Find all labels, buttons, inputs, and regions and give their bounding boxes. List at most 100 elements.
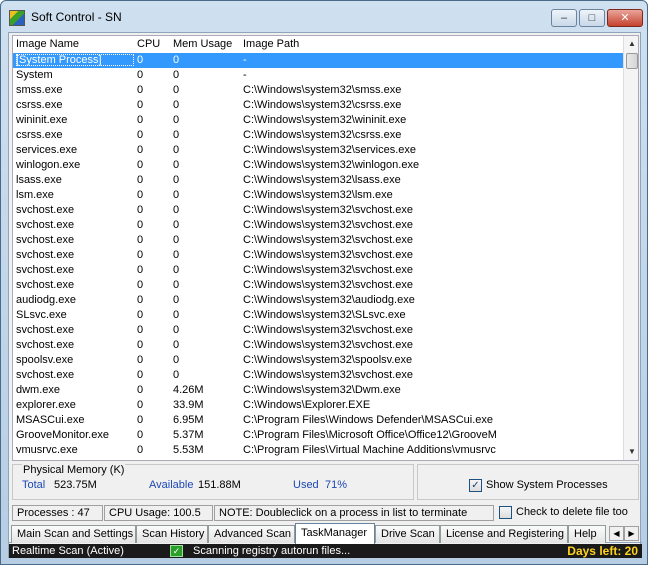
process-cpu: 0 bbox=[137, 294, 144, 306]
process-name: services.exe bbox=[16, 144, 78, 156]
shield-check-icon: ✓ bbox=[170, 545, 183, 557]
process-count: Processes : 47 bbox=[12, 505, 103, 521]
tab-scan-history[interactable]: Scan History bbox=[136, 525, 208, 543]
memory-used-label: Used bbox=[293, 479, 319, 491]
process-path: C:\Windows\system32\svchost.exe bbox=[243, 204, 413, 216]
table-row[interactable]: GrooveMonitor.exe 0 5.37M C:\Program Files\… bbox=[13, 428, 623, 443]
delete-file-label[interactable]: Check to delete file too bbox=[516, 506, 628, 518]
maximize-button[interactable]: □ bbox=[579, 9, 605, 27]
tab-license[interactable]: License and Registering bbox=[440, 525, 568, 543]
column-header-name[interactable]: Image Name bbox=[16, 38, 79, 50]
physical-memory-title: Physical Memory (K) bbox=[22, 464, 126, 476]
table-row[interactable]: svchost.exe 0 0 C:\Windows\system32\svchost… bbox=[13, 323, 623, 338]
tab-drive-scan[interactable]: Drive Scan bbox=[375, 525, 440, 543]
vertical-scrollbar[interactable]: ▲ ▼ bbox=[623, 36, 638, 460]
process-name: wininit.exe bbox=[16, 114, 68, 126]
table-row[interactable]: winlogon.exe 0 0 C:\Windows\system32\winlog… bbox=[13, 158, 623, 173]
process-name: lsass.exe bbox=[16, 174, 62, 186]
table-row[interactable]: smss.exe 0 0 C:\Windows\system32\smss.exe bbox=[13, 83, 623, 98]
table-row[interactable]: vmusrvc.exe 0 5.53M C:\Program Files\Virtua… bbox=[13, 443, 623, 458]
close-button[interactable]: ✕ bbox=[607, 9, 643, 27]
process-mem: 0 bbox=[173, 369, 180, 381]
table-row[interactable]: svchost.exe 0 0 C:\Windows\system32\svchost… bbox=[13, 248, 623, 263]
process-path: - bbox=[243, 54, 247, 66]
system-processes-panel: ✓ Show System Processes bbox=[417, 464, 639, 500]
process-cpu: 0 bbox=[137, 249, 144, 261]
tab-main-scan[interactable]: Main Scan and Settings bbox=[11, 525, 136, 543]
delete-file-checkbox[interactable] bbox=[499, 506, 512, 519]
terminate-note: NOTE: Doubleclick on a process in list t… bbox=[214, 505, 494, 521]
process-path: - bbox=[243, 69, 247, 81]
table-row[interactable]: [System Process] 0 0- bbox=[13, 53, 623, 68]
tab-scroll-right-icon[interactable]: ▶ bbox=[624, 526, 639, 541]
process-cpu: 0 bbox=[137, 399, 144, 411]
table-row[interactable]: svchost.exe 0 0 C:\Windows\system32\svchost… bbox=[13, 203, 623, 218]
table-row[interactable]: explorer.exe 0 33.9M C:\Windows\Explorer.EX… bbox=[13, 398, 623, 413]
column-header-path[interactable]: Image Path bbox=[243, 38, 299, 50]
show-system-processes-label[interactable]: Show System Processes bbox=[486, 479, 608, 491]
process-name: svchost.exe bbox=[16, 249, 75, 261]
table-row[interactable]: svchost.exe 0 0 C:\Windows\system32\svchost… bbox=[13, 368, 623, 383]
process-list[interactable]: Image Name CPU Mem Usage Image Path [Sys… bbox=[12, 35, 639, 461]
tab-taskmanager[interactable]: TaskManager bbox=[295, 523, 375, 544]
tab-scroll-left-icon[interactable]: ◀ bbox=[609, 526, 624, 541]
process-cpu: 0 bbox=[137, 219, 144, 231]
table-row[interactable]: spoolsv.exe 0 0 C:\Windows\system32\spoolsv… bbox=[13, 353, 623, 368]
table-row[interactable]: SLsvc.exe 0 0 C:\Windows\system32\SLsvc.exe bbox=[13, 308, 623, 323]
table-row[interactable]: lsm.exe 0 0 C:\Windows\system32\lsm.exe bbox=[13, 188, 623, 203]
title-bar[interactable]: Soft Control - SN – □ ✕ bbox=[1, 1, 647, 33]
table-row[interactable]: lsass.exe 0 0 C:\Windows\system32\lsass.exe bbox=[13, 173, 623, 188]
process-name: svchost.exe bbox=[16, 234, 75, 246]
column-header-mem[interactable]: Mem Usage bbox=[173, 38, 232, 50]
table-row[interactable]: dwm.exe 0 4.26M C:\Windows\system32\Dwm.exe bbox=[13, 383, 623, 398]
process-path: C:\Program Files\Windows Defender\MSASCu… bbox=[243, 414, 494, 426]
table-row[interactable]: csrss.exe 0 0 C:\Windows\system32\csrss.exe bbox=[13, 128, 623, 143]
scroll-thumb[interactable] bbox=[626, 53, 638, 69]
table-row[interactable]: csrss.exe 0 0 C:\Windows\system32\csrss.exe bbox=[13, 98, 623, 113]
process-name: svchost.exe bbox=[16, 324, 75, 336]
table-row[interactable]: svchost.exe 0 0 C:\Windows\system32\svchost… bbox=[13, 233, 623, 248]
process-path: C:\Windows\system32\svchost.exe bbox=[243, 324, 413, 336]
table-row[interactable]: svchost.exe 0 0 C:\Windows\system32\svchost… bbox=[13, 218, 623, 233]
process-name: svchost.exe bbox=[16, 264, 75, 276]
table-row[interactable]: services.exe 0 0 C:\Windows\system32\servic… bbox=[13, 143, 623, 158]
process-path: C:\Windows\system32\svchost.exe bbox=[243, 369, 413, 381]
minimize-button[interactable]: – bbox=[551, 9, 577, 27]
table-row[interactable]: svchost.exe 0 0 C:\Windows\system32\svchost… bbox=[13, 263, 623, 278]
process-mem: 0 bbox=[173, 189, 180, 201]
process-path: C:\Windows\system32\services.exe bbox=[243, 144, 416, 156]
process-name: svchost.exe bbox=[16, 339, 75, 351]
table-row[interactable]: svchost.exe 0 0 C:\Windows\system32\svchost… bbox=[13, 338, 623, 353]
process-mem: 0 bbox=[173, 174, 180, 186]
column-header-cpu[interactable]: CPU bbox=[137, 38, 160, 50]
process-mem: 0 bbox=[173, 159, 180, 171]
process-name: System bbox=[16, 69, 53, 81]
table-row[interactable]: C:\Windows\system32\vmusrvc.exe bbox=[13, 458, 623, 460]
process-path: C:\Windows\system32\svchost.exe bbox=[243, 339, 413, 351]
process-mem: 0 bbox=[173, 99, 180, 111]
table-row[interactable]: MSASCui.exe 0 6.95M C:\Program Files\Window… bbox=[13, 413, 623, 428]
process-mem: 6.95M bbox=[173, 414, 204, 426]
memory-used-value: 71% bbox=[325, 479, 348, 491]
tab-advanced-scan[interactable]: Advanced Scan bbox=[208, 525, 295, 543]
process-path: C:\Windows\system32\SLsvc.exe bbox=[243, 309, 406, 321]
table-row[interactable]: wininit.exe 0 0 C:\Windows\system32\wininit… bbox=[13, 113, 623, 128]
process-name: svchost.exe bbox=[16, 279, 75, 291]
show-system-processes-checkbox[interactable]: ✓ bbox=[469, 479, 482, 492]
process-cpu: 0 bbox=[137, 189, 144, 201]
process-name: winlogon.exe bbox=[16, 159, 81, 171]
process-mem: 0 bbox=[173, 204, 180, 216]
process-cpu: 0 bbox=[137, 84, 144, 96]
process-cpu: 0 bbox=[137, 174, 144, 186]
process-cpu: 0 bbox=[137, 114, 144, 126]
process-mem: 0 bbox=[173, 324, 180, 336]
table-row[interactable]: svchost.exe 0 0 C:\Windows\system32\svchost… bbox=[13, 278, 623, 293]
table-row[interactable]: audiodg.exe 0 0 C:\Windows\system32\audiodg… bbox=[13, 293, 623, 308]
scroll-up-icon[interactable]: ▲ bbox=[624, 36, 638, 52]
process-name: svchost.exe bbox=[16, 204, 75, 216]
tab-help[interactable]: Help bbox=[568, 525, 606, 543]
table-row[interactable]: System 0 0 - bbox=[13, 68, 623, 83]
process-cpu: 0 bbox=[137, 324, 144, 336]
process-rows: [System Process] 0 0 - System 0 0 - smss.exe 0 0 C:… bbox=[13, 53, 623, 460]
scroll-down-icon[interactable]: ▼ bbox=[624, 444, 638, 460]
